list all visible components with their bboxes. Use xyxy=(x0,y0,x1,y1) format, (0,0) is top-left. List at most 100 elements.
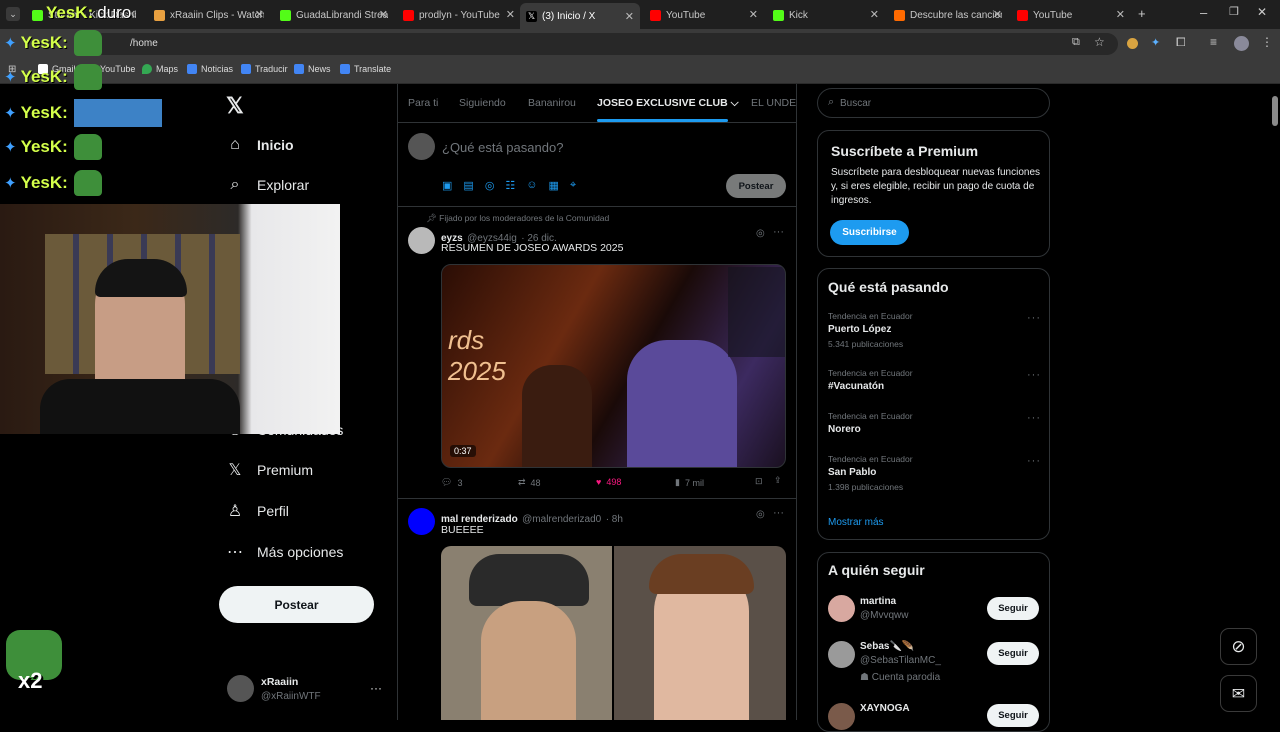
bookmark-translate[interactable]: Translate xyxy=(340,64,391,74)
avatar[interactable] xyxy=(828,703,855,730)
new-tab-icon[interactable]: + xyxy=(1138,6,1146,21)
location-icon[interactable]: ⌖ xyxy=(570,179,576,192)
close-tab-icon[interactable]: ✕ xyxy=(379,8,388,21)
tab-x-home[interactable]: 𝕏 (3) Inicio / X ✕ xyxy=(520,3,640,29)
maximize-icon[interactable]: ❐ xyxy=(1229,5,1239,18)
nav-premium[interactable]: 𝕏 Premium xyxy=(226,461,313,479)
schedule-icon[interactable]: ▦ xyxy=(549,179,559,192)
close-tab-icon[interactable]: ✕ xyxy=(993,8,1002,21)
poll-icon[interactable]: ☷ xyxy=(505,179,515,192)
gif-icon[interactable]: ▤ xyxy=(463,179,473,192)
avatar[interactable] xyxy=(828,641,855,668)
bookmark-icon[interactable]: ⊡ xyxy=(755,476,763,487)
pin-icon: 📌︎ xyxy=(426,213,440,223)
composer-post-button[interactable]: Postear xyxy=(726,174,786,198)
nav-explorar[interactable]: ⌕ Explorar xyxy=(226,176,310,194)
nav-perfil[interactable]: ♙ Perfil xyxy=(226,502,289,520)
avatar[interactable] xyxy=(408,227,435,254)
tab-para-ti[interactable]: Para ti xyxy=(408,97,438,109)
tweet-image-left[interactable] xyxy=(441,546,612,720)
trend-item[interactable]: Tendencia en Ecuador Puerto López 5.341 … xyxy=(828,311,1040,351)
nav-inicio[interactable]: ⌂ Inicio xyxy=(226,136,293,154)
like-button[interactable]: ♥ 498 xyxy=(596,477,621,487)
install-icon[interactable]: ⧉ xyxy=(1072,36,1080,49)
bookmark-traducir[interactable]: Traducir xyxy=(241,64,288,74)
profile-avatar[interactable] xyxy=(1234,36,1249,51)
tab-bananirou[interactable]: Bananirou xyxy=(528,97,576,109)
tab-descubre[interactable]: Descubre las cancion ✕ xyxy=(894,4,1002,26)
follow-button[interactable]: Seguir xyxy=(987,597,1039,620)
tab-el-under[interactable]: EL UNDER xyxy=(751,97,797,109)
share-icon[interactable]: ⇪ xyxy=(774,475,782,486)
trend-item[interactable]: Tendencia en Ecuador Norero xyxy=(828,411,1040,441)
extension-icon[interactable]: ✦ xyxy=(1151,36,1160,49)
reply-button[interactable]: 💬︎ 3 xyxy=(441,477,462,488)
menu-icon[interactable]: ⋮ xyxy=(1261,35,1273,49)
trend-item[interactable]: Tendencia en Ecuador #Vacunatón xyxy=(828,368,1040,398)
search-icon: ⌕ xyxy=(230,176,240,193)
retweet-button[interactable]: ⇄ 48 xyxy=(518,477,541,488)
grok-icon[interactable]: ◎ xyxy=(485,179,495,192)
trend-more-icon[interactable]: ··· xyxy=(1027,369,1041,381)
address-input[interactable]: /home xyxy=(92,33,1118,55)
close-tab-icon[interactable]: ✕ xyxy=(255,8,264,21)
person-silhouette xyxy=(627,340,737,467)
close-tab-icon[interactable]: ✕ xyxy=(1116,8,1125,21)
tab-youtube-1[interactable]: YouTube ✕ xyxy=(650,4,758,26)
minions-emote xyxy=(73,99,162,127)
account-switcher[interactable]: xRaaiin @xRaiinWTF ··· xyxy=(226,674,386,706)
close-tab-icon[interactable]: ✕ xyxy=(625,10,634,23)
follow-button[interactable]: Seguir xyxy=(987,704,1039,727)
post-button[interactable]: Postear xyxy=(219,586,374,623)
nav-mas-opciones[interactable]: ⋯ Más opciones xyxy=(226,543,343,561)
avatar[interactable] xyxy=(828,595,855,622)
minimize-icon[interactable]: – xyxy=(1200,5,1207,20)
more-icon[interactable]: ··· xyxy=(773,226,784,238)
close-tab-icon[interactable]: ✕ xyxy=(749,8,758,21)
views-button[interactable]: ▮ 7 mil xyxy=(675,477,704,488)
composer-tools: ▣ ▤ ◎ ☷ ☺ ▦ ⌖ xyxy=(442,179,576,192)
grok-icon[interactable]: ◎ xyxy=(756,228,765,239)
grok-icon[interactable]: ◎ xyxy=(756,509,765,520)
tweet-text: RESUMEN DE JOSEO AWARDS 2025 xyxy=(441,242,624,254)
tweet-image-right[interactable] xyxy=(614,546,786,720)
trend-more-icon[interactable]: ··· xyxy=(1027,455,1041,467)
trend-more-icon[interactable]: ··· xyxy=(1027,312,1041,324)
subscribe-button[interactable]: Suscribirse xyxy=(830,220,909,245)
search-input[interactable]: ⌕ Buscar xyxy=(817,88,1050,118)
media-icon[interactable]: ≡ xyxy=(1210,35,1217,49)
tab-joseo-exclusive-club[interactable]: JOSEO EXCLUSIVE CLUB ⌵ xyxy=(597,97,739,110)
show-more-link[interactable]: Mostrar más xyxy=(828,517,884,528)
follow-button[interactable]: Seguir xyxy=(987,642,1039,665)
page-scrollbar[interactable] xyxy=(1272,96,1278,126)
tab-siguiendo[interactable]: Siguiendo xyxy=(459,97,506,109)
image-icon[interactable]: ▣ xyxy=(442,179,452,192)
tab-youtube-2[interactable]: YouTube ✕ xyxy=(1017,4,1125,26)
tab-prodlyn[interactable]: prodlyn - YouTube ✕ xyxy=(403,4,515,26)
bookmark-noticias[interactable]: Noticias xyxy=(187,64,233,74)
emoji-icon[interactable]: ☺ xyxy=(526,179,537,192)
translate-icon xyxy=(340,64,350,74)
extension-icon[interactable] xyxy=(1127,38,1138,49)
composer-input[interactable]: ¿Qué está pasando? xyxy=(442,140,563,155)
tab-kick[interactable]: Kick ✕ xyxy=(773,4,879,26)
close-tab-icon[interactable]: ✕ xyxy=(870,8,879,21)
more-icon[interactable]: ··· xyxy=(370,681,382,695)
close-tab-icon[interactable]: ✕ xyxy=(506,8,515,21)
avatar[interactable] xyxy=(408,508,435,535)
hair xyxy=(649,554,754,594)
bookmark-star-icon[interactable]: ☆ xyxy=(1094,35,1105,49)
x-logo-icon[interactable]: 𝕏 xyxy=(226,93,244,119)
tab-clips[interactable]: xRaaiin Clips - Watch ✕ xyxy=(154,4,264,26)
tweet-video[interactable]: rds 2025 0:37 xyxy=(441,264,786,468)
tab-guada[interactable]: GuadaLibrandi Stream ✕ xyxy=(280,4,388,26)
trend-item[interactable]: Tendencia en Ecuador San Pablo 1.398 pub… xyxy=(828,454,1040,494)
trend-more-icon[interactable]: ··· xyxy=(1027,412,1041,424)
more-icon[interactable]: ··· xyxy=(773,507,784,519)
messages-button[interactable]: ✉ xyxy=(1220,675,1257,712)
extensions-puzzle-icon[interactable]: ⧠ xyxy=(1176,35,1186,50)
video-overlay-text: rds 2025 xyxy=(448,325,506,386)
close-window-icon[interactable]: ✕ xyxy=(1257,5,1267,19)
grok-button[interactable]: ⊘ xyxy=(1220,628,1257,665)
bookmark-news[interactable]: News xyxy=(294,64,331,74)
